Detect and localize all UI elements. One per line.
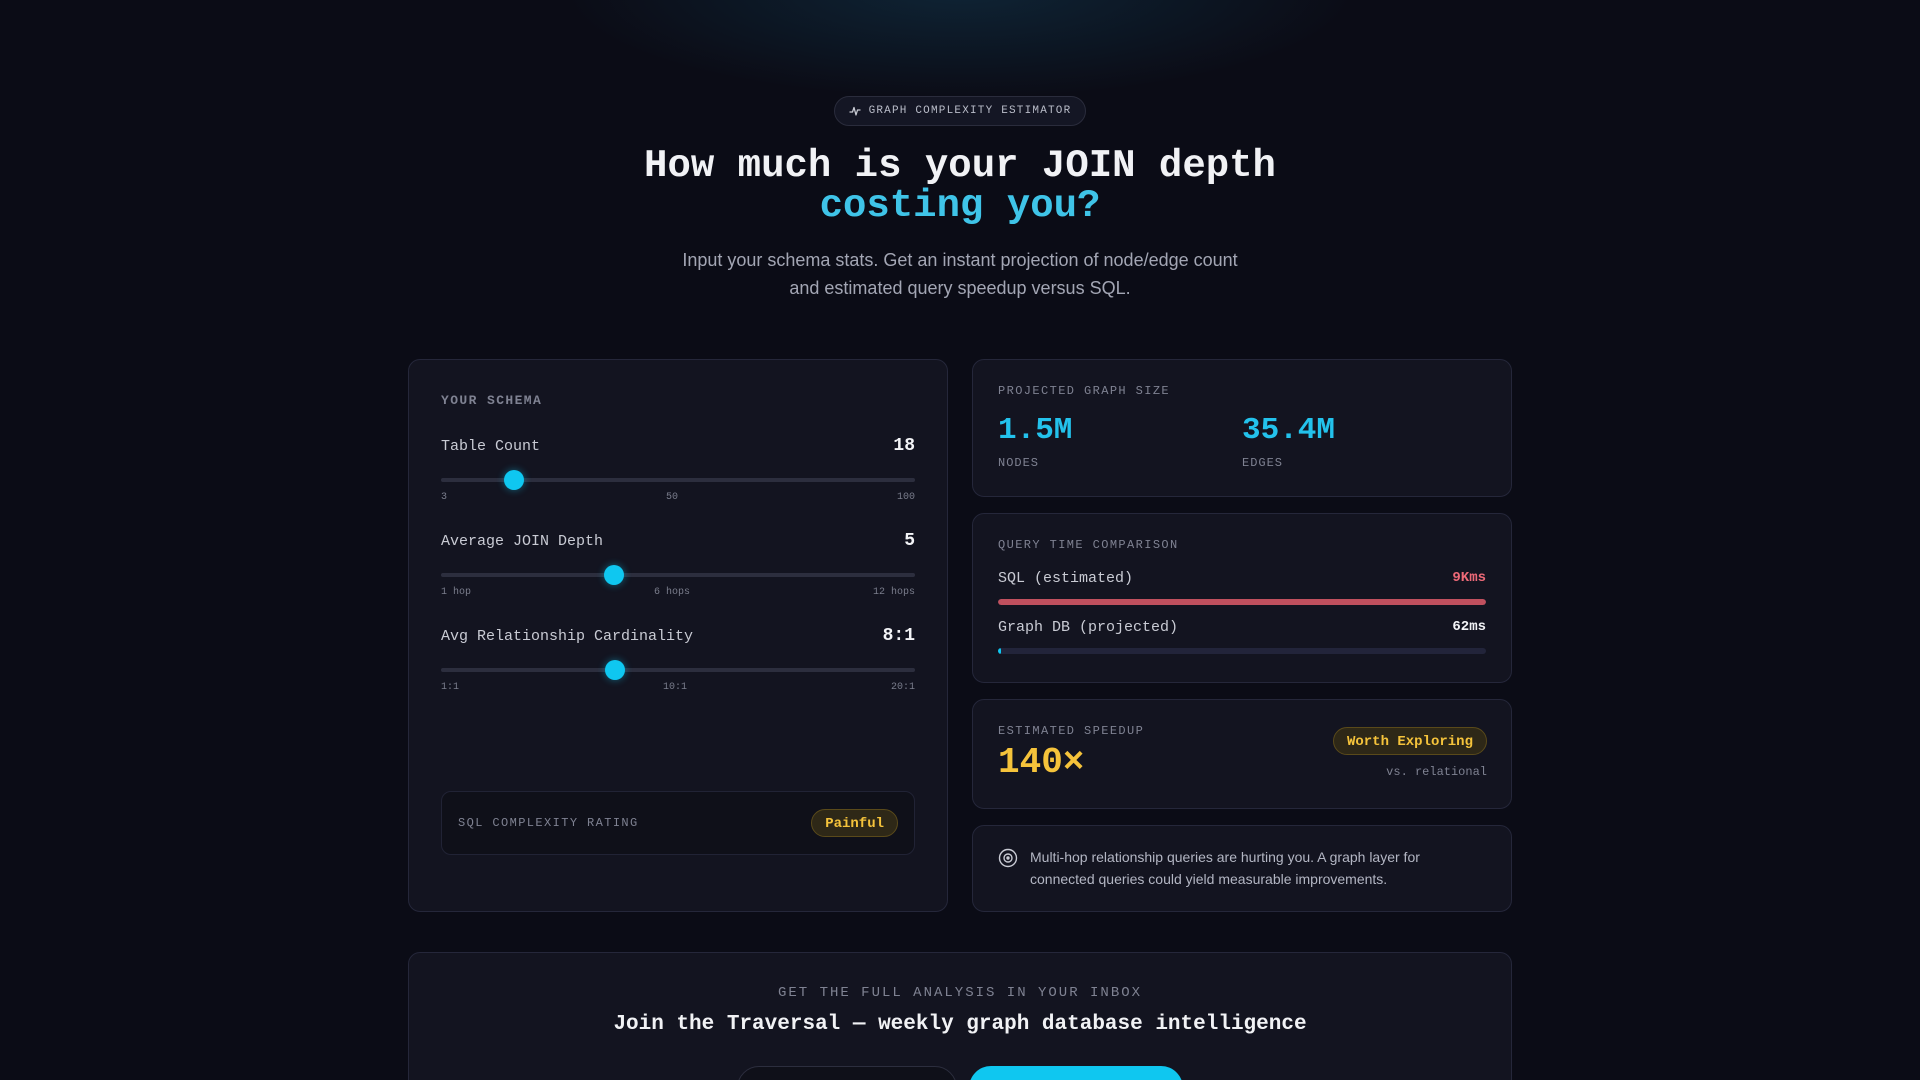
slider-cardinality: Avg Relationship Cardinality 8:1 1:1 10:… (441, 626, 915, 693)
speedup-badge: Worth Exploring (1332, 727, 1487, 755)
graph-size-label: PROJECTED GRAPH SIZE (998, 384, 1171, 398)
graph-bar-fill (998, 648, 1002, 654)
tick-min: 1 hop (441, 587, 472, 598)
schema-card: YOUR SCHEMA Table Count 18 3 50 100 Aver… (408, 359, 948, 912)
target-icon (998, 848, 1018, 868)
speedup-label: ESTIMATED SPEEDUP (998, 724, 1145, 738)
slider-table-count: Table Count 18 3 50 100 (441, 436, 915, 503)
sql-bar-fill (998, 599, 1486, 605)
slider-join-depth: Average JOIN Depth 5 1 hop 6 hops 12 hop… (441, 531, 915, 598)
speedup-note: vs. relational (1386, 765, 1487, 779)
graph-row: Graph DB (projected) 62ms (998, 619, 1486, 636)
email-input[interactable] (737, 1066, 957, 1080)
hero: GRAPH COMPLEXITY ESTIMATOR How much is y… (0, 96, 1920, 302)
insight-card: Multi-hop relationship queries are hurti… (972, 825, 1512, 912)
schema-label: YOUR SCHEMA (441, 393, 543, 408)
sql-row: SQL (estimated) 9Kms (998, 570, 1486, 587)
page-subtitle: Input your schema stats. Get an instant … (682, 250, 1238, 298)
slider-ticks: 1 hop 6 hops 12 hops (441, 587, 915, 598)
speedup-value: 140× (998, 742, 1085, 783)
nodes-metric: 1.5M NODES (998, 413, 1242, 471)
tick-mid: 50 (665, 492, 678, 503)
slider-value: 5 (904, 531, 915, 551)
newsletter-card: GET THE FULL ANALYSIS IN YOUR INBOX Join… (408, 952, 1512, 1080)
slider-track[interactable] (441, 660, 915, 680)
slider-value: 18 (893, 436, 915, 456)
badge-label: GRAPH COMPLEXITY ESTIMATOR (868, 105, 1072, 117)
speedup-card: ESTIMATED SPEEDUP 140× Worth Exploring v… (972, 699, 1512, 809)
slider-label: Table Count (441, 437, 541, 455)
slider-ticks: 1:1 10:1 20:1 (441, 682, 915, 693)
insight-text: Multi-hop relationship queries are hurti… (1030, 849, 1420, 887)
rating-label: SQL COMPLEXITY RATING (458, 816, 639, 830)
tick-max: 100 (896, 492, 915, 503)
rating-badge: Painful (811, 809, 898, 837)
tick-max: 12 hops (872, 587, 915, 598)
slider-thumb[interactable] (605, 660, 626, 680)
estimator-badge: GRAPH COMPLEXITY ESTIMATOR (833, 96, 1087, 126)
query-time-card: QUERY TIME COMPARISON SQL (estimated) 9K… (972, 513, 1512, 683)
slider-value: 8:1 (882, 626, 915, 646)
edges-metric: 35.4M EDGES (1242, 413, 1486, 471)
graph-value: 62ms (1452, 619, 1486, 635)
slider-ticks: 3 50 100 (441, 492, 915, 503)
sql-bar (998, 599, 1486, 605)
edges-label: EDGES (1242, 456, 1284, 470)
slider-label: Average JOIN Depth (441, 532, 604, 550)
tick-min: 3 (441, 492, 448, 503)
tick-mid: 10:1 (662, 682, 687, 693)
nodes-value: 1.5M (998, 413, 1073, 448)
newsletter-label: GET THE FULL ANALYSIS IN YOUR INBOX (777, 985, 1143, 1001)
newsletter-title: Join the Traversal — weekly graph databa… (613, 1013, 1307, 1036)
page-title: How much is your JOIN depth costing you? (0, 146, 1920, 226)
query-time-label: QUERY TIME COMPARISON (998, 538, 1179, 552)
complexity-rating: SQL COMPLEXITY RATING Painful (441, 791, 915, 855)
title-line-2: costing you? (819, 184, 1101, 228)
slider-label: Avg Relationship Cardinality (441, 627, 694, 645)
subscribe-button[interactable] (969, 1066, 1183, 1080)
graph-size-card: PROJECTED GRAPH SIZE 1.5M NODES 35.4M ED… (972, 359, 1512, 497)
tick-max: 20:1 (890, 682, 915, 693)
graph-bar (998, 648, 1486, 654)
header-glow (560, 0, 1360, 100)
graph-label: Graph DB (projected) (998, 619, 1179, 636)
tick-min: 1:1 (441, 682, 460, 693)
edges-value: 35.4M (1242, 413, 1336, 448)
slider-thumb[interactable] (603, 565, 624, 585)
title-line-1: How much is your JOIN depth (644, 144, 1276, 188)
sql-value: 9Kms (1452, 570, 1486, 586)
activity-icon (848, 106, 861, 116)
nodes-label: NODES (998, 456, 1040, 470)
slider-thumb[interactable] (504, 470, 525, 490)
tick-mid: 6 hops (653, 587, 690, 598)
slider-track[interactable] (441, 470, 915, 490)
sql-label: SQL (estimated) (998, 570, 1134, 587)
slider-track[interactable] (441, 565, 915, 585)
